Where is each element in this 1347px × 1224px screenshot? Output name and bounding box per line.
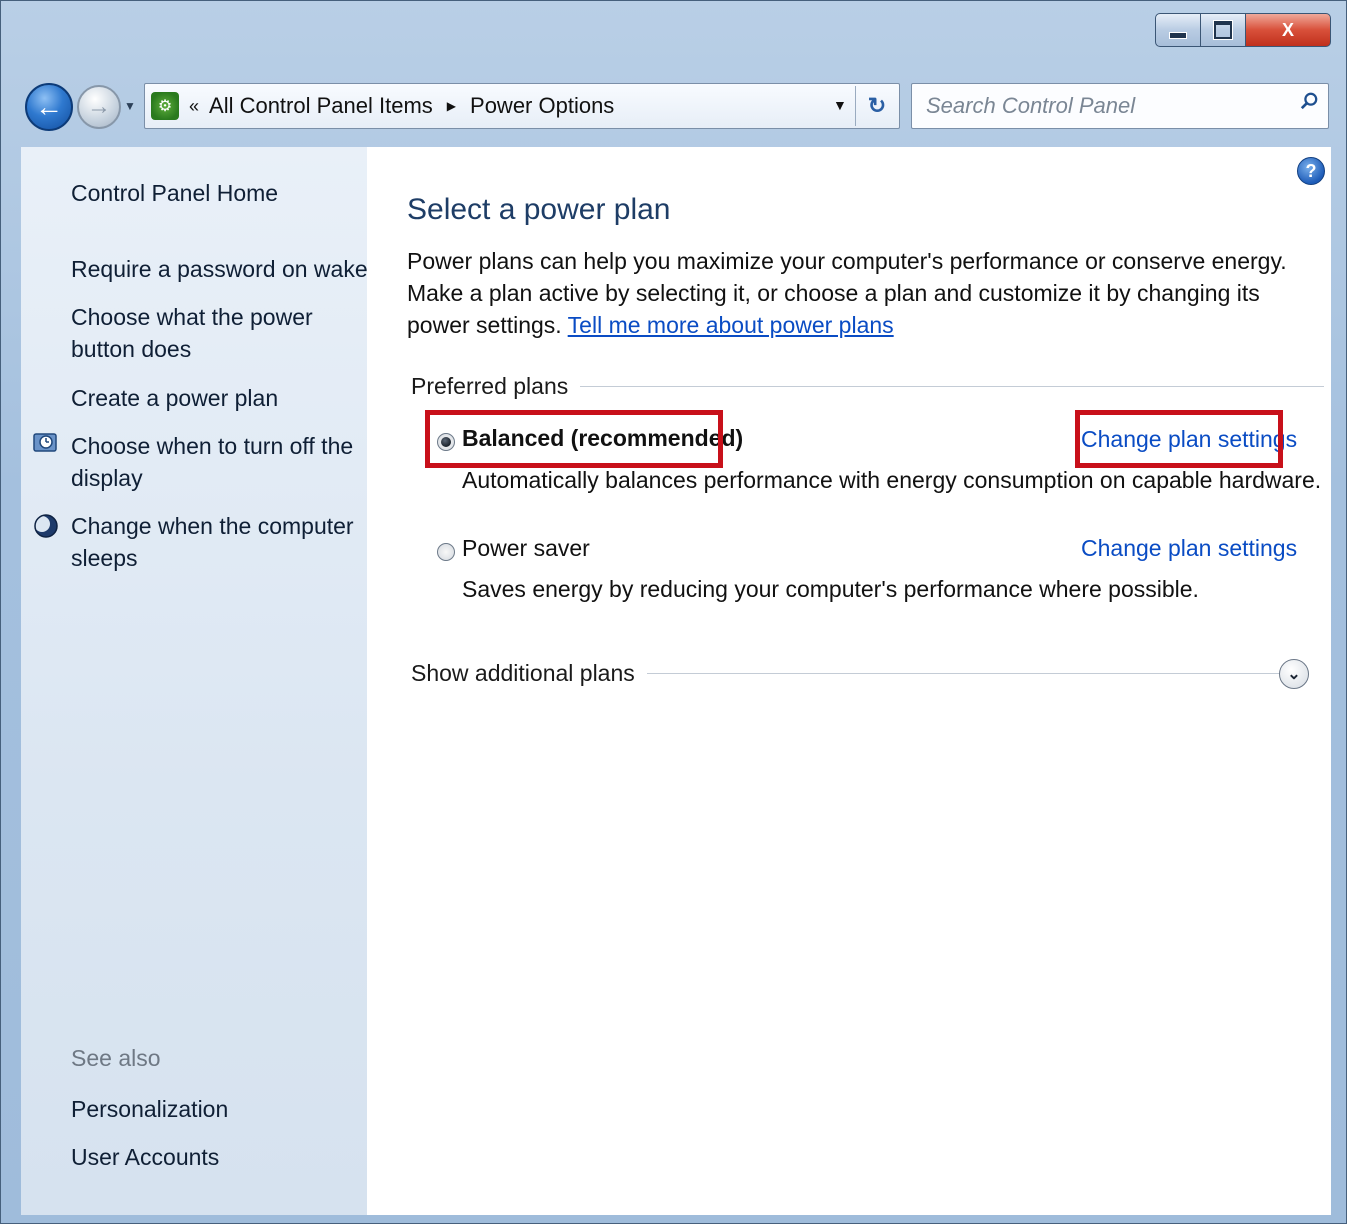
task-turn-off-display-link[interactable]: Choose when to turn off the display bbox=[71, 430, 361, 494]
address-bar[interactable]: ⚙ « All Control Panel Items ▶ Power Opti… bbox=[144, 83, 900, 129]
maximize-icon bbox=[1214, 21, 1232, 39]
breadcrumb-separator-icon[interactable]: ▶ bbox=[447, 99, 456, 113]
preferred-plans-label: Preferred plans bbox=[411, 373, 569, 399]
additional-plans-label[interactable]: Show additional plans bbox=[411, 660, 635, 687]
display-clock-icon bbox=[33, 433, 57, 452]
power-saver-plan-name[interactable]: Power saver bbox=[462, 535, 590, 562]
forward-button[interactable]: → bbox=[77, 85, 121, 129]
breadcrumb-power-options[interactable]: Power Options bbox=[470, 93, 614, 119]
balanced-highlight-box bbox=[425, 410, 723, 468]
search-box[interactable] bbox=[911, 83, 1329, 129]
refresh-button[interactable]: ↻ bbox=[855, 86, 898, 126]
personalization-link[interactable]: Personalization bbox=[71, 1093, 228, 1125]
search-input[interactable] bbox=[924, 92, 1288, 120]
change-settings-highlight-box bbox=[1075, 410, 1283, 468]
main-content: ? Select a power plan Power plans can he… bbox=[367, 147, 1331, 1215]
power-saver-radio[interactable] bbox=[437, 543, 455, 561]
close-icon: X bbox=[1281, 19, 1294, 40]
minimize-icon bbox=[1169, 31, 1187, 39]
address-overflow-chevron[interactable]: « bbox=[189, 96, 199, 117]
additional-plans-heading[interactable]: Show additional plans bbox=[411, 660, 1299, 687]
task-create-plan-link[interactable]: Create a power plan bbox=[71, 382, 278, 414]
learn-more-link[interactable]: Tell me more about power plans bbox=[568, 312, 894, 338]
user-accounts-link[interactable]: User Accounts bbox=[71, 1141, 219, 1173]
history-dropdown-icon[interactable]: ▼ bbox=[124, 99, 136, 113]
intro-text: Power plans can help you maximize your c… bbox=[407, 245, 1327, 341]
preferred-plans-heading: Preferred plans bbox=[411, 373, 1325, 400]
maximize-button[interactable] bbox=[1200, 13, 1246, 47]
close-button[interactable]: X bbox=[1245, 13, 1331, 47]
task-power-button-link[interactable]: Choose what the power button does bbox=[71, 301, 361, 365]
title-bar: X bbox=[1, 1, 1346, 67]
power-saver-change-settings-link[interactable]: Change plan settings bbox=[1081, 535, 1297, 562]
power-saver-plan-description: Saves energy by reducing your computer's… bbox=[462, 576, 1199, 602]
breadcrumb-all-control-panel-items[interactable]: All Control Panel Items bbox=[209, 93, 433, 119]
forward-arrow-icon: → bbox=[87, 93, 111, 120]
search-icon[interactable] bbox=[1300, 92, 1318, 110]
preferred-plans-divider bbox=[580, 386, 1325, 387]
page-title: Select a power plan bbox=[407, 193, 671, 226]
power-options-window: X ← → ▼ ⚙ « All Control Panel Items ▶ Po… bbox=[0, 0, 1347, 1224]
control-panel-home-link[interactable]: Control Panel Home bbox=[71, 177, 278, 209]
task-pane: Control Panel Home Require a password on… bbox=[21, 147, 393, 1215]
see-also-heading: See also bbox=[71, 1045, 161, 1071]
task-computer-sleeps-link[interactable]: Change when the computer sleeps bbox=[71, 510, 361, 574]
balanced-plan-description: Automatically balances performance with … bbox=[462, 467, 1322, 493]
address-dropdown-icon[interactable]: ▼ bbox=[833, 97, 847, 113]
help-icon[interactable]: ? bbox=[1297, 157, 1325, 185]
additional-plans-divider bbox=[646, 673, 1299, 674]
navigation-bar: ← → ▼ ⚙ « All Control Panel Items ▶ Powe… bbox=[1, 77, 1346, 135]
moon-icon bbox=[34, 514, 58, 538]
back-arrow-icon: ← bbox=[35, 91, 63, 122]
task-require-password-link[interactable]: Require a password on wakeup bbox=[71, 253, 393, 285]
back-button[interactable]: ← bbox=[25, 83, 73, 131]
minimize-button[interactable] bbox=[1155, 13, 1201, 47]
expand-chevron-icon[interactable]: ⌄ bbox=[1279, 659, 1309, 689]
control-panel-icon: ⚙ bbox=[151, 92, 179, 120]
